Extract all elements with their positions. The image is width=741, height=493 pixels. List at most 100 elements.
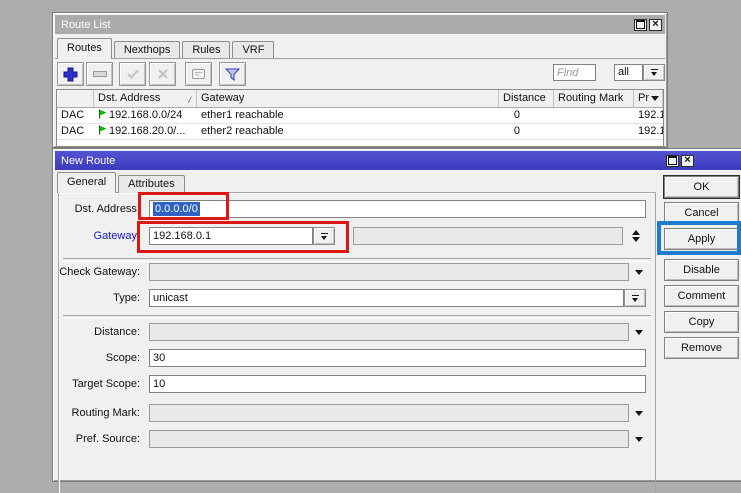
route-routing-mark (554, 108, 634, 123)
tab-attributes[interactable]: Attributes (118, 175, 184, 193)
tab-routes[interactable]: Routes (57, 38, 112, 59)
dropdown-line-icon (321, 233, 328, 234)
scope-label: Scope: (53, 349, 140, 367)
remove-route-button[interactable] (86, 62, 113, 86)
plus-icon (63, 67, 78, 82)
remove-button[interactable]: Remove (664, 337, 739, 359)
table-header-row: Dst. Address/ Gateway Distance Routing M… (57, 90, 663, 108)
route-routing-mark (554, 124, 634, 139)
type-label: Type: (53, 289, 140, 307)
type-field[interactable]: unicast (149, 289, 624, 307)
type-dropdown-button[interactable] (624, 289, 646, 307)
table-row[interactable]: DAC 192.168.0.0/24 ether1 reachable 0 19… (57, 108, 663, 124)
route-flags: DAC (57, 108, 94, 123)
apply-button[interactable]: Apply (664, 228, 739, 250)
chevron-down-icon (321, 236, 327, 240)
gateway-extra-field (353, 227, 623, 245)
route-dst: 192.168.20.0/... (94, 124, 197, 139)
ok-button[interactable]: OK (664, 176, 739, 198)
gateway-label[interactable]: Gateway: (53, 227, 140, 245)
check-icon (127, 69, 139, 79)
col-distance[interactable]: Distance (499, 90, 554, 107)
target-scope-input[interactable] (149, 375, 646, 393)
col-routing-mark[interactable]: Routing Mark (554, 90, 634, 107)
tab-general[interactable]: General (57, 172, 116, 193)
gateway-dropdown-button[interactable] (313, 227, 335, 245)
table-row[interactable]: DAC 192.168.20.0/... ether2 reachable 0 … (57, 124, 663, 140)
distance-arrow-icon[interactable] (635, 330, 643, 335)
filter-scope-select[interactable]: all (614, 64, 643, 81)
dialog-tabs: General Attributes (57, 172, 187, 193)
route-list-tabs: Routes Nexthops Rules VRF (57, 38, 276, 59)
dst-address-field[interactable]: 0.0.0.0/0 (149, 200, 646, 218)
check-gateway-field[interactable] (149, 263, 629, 281)
comment-icon (192, 69, 205, 79)
tab-vrf[interactable]: VRF (232, 41, 274, 59)
routing-mark-label: Routing Mark: (53, 404, 140, 422)
disable-button[interactable]: Disable (664, 259, 739, 281)
route-dst: 192.168.0.0/24 (94, 108, 197, 123)
minus-icon (93, 71, 107, 77)
target-scope-label: Target Scope: (53, 375, 140, 393)
route-gateway: ether2 reachable (197, 124, 499, 139)
type-value: unicast (153, 292, 188, 304)
gateway-value: 192.168.0.1 (153, 230, 211, 242)
filter-funnel-icon (225, 68, 240, 81)
tabstrip-line (55, 58, 665, 59)
route-list-window: Route List × Routes Nexthops Rules VRF a… (52, 12, 668, 148)
dialog-title: New Route (61, 155, 115, 167)
check-gateway-arrow-icon[interactable] (635, 270, 643, 275)
column-menu-icon[interactable] (651, 96, 659, 101)
dst-address-value: 0.0.0.0/0 (153, 202, 200, 216)
route-gateway: ether1 reachable (197, 108, 499, 123)
enable-route-button[interactable] (119, 62, 146, 86)
cancel-button[interactable]: Cancel (664, 202, 739, 224)
distance-label: Distance: (53, 323, 140, 341)
route-flags: DAC (57, 124, 94, 139)
sort-asc-icon: / (188, 92, 191, 107)
pref-source-field[interactable] (149, 430, 629, 448)
distance-field[interactable] (149, 323, 629, 341)
add-route-button[interactable] (57, 62, 84, 86)
disable-route-button[interactable] (149, 62, 176, 86)
col-pref-source[interactable]: Pr (634, 90, 663, 107)
tab-nexthops[interactable]: Nexthops (114, 41, 180, 59)
tab-rules[interactable]: Rules (182, 41, 230, 59)
close-button[interactable]: × (681, 155, 694, 167)
route-pref-source: 192.1 (634, 124, 663, 139)
gateway-add-remove-control[interactable] (632, 230, 640, 242)
route-distance: 0 (499, 124, 554, 139)
scope-input[interactable] (149, 349, 646, 367)
arrow-up-icon (632, 230, 640, 235)
pref-source-label: Pref. Source: (53, 430, 140, 448)
routes-table: Dst. Address/ Gateway Distance Routing M… (56, 89, 664, 147)
close-icon: × (684, 156, 690, 165)
route-flag-icon (98, 125, 107, 135)
routing-mark-field[interactable] (149, 404, 629, 422)
dialog-titlebar[interactable]: New Route × (55, 151, 741, 170)
arrow-down-icon (632, 237, 640, 242)
separator (63, 315, 651, 319)
filter-button[interactable] (219, 62, 246, 86)
filter-scope-dropdown-button[interactable] (643, 64, 665, 81)
dropdown-line-icon (632, 295, 639, 296)
col-flags[interactable] (57, 90, 94, 107)
check-gateway-label: Check Gateway: (53, 263, 140, 281)
pref-source-arrow-icon[interactable] (635, 437, 643, 442)
maximize-button[interactable] (666, 155, 679, 167)
route-distance: 0 (499, 108, 554, 123)
maximize-button[interactable] (634, 19, 647, 31)
col-dst-address[interactable]: Dst. Address/ (94, 90, 197, 107)
col-gateway[interactable]: Gateway (197, 90, 499, 107)
comment-button[interactable]: Comment (664, 285, 739, 307)
find-input[interactable] (553, 64, 596, 81)
route-pref-source: 192.1 (634, 108, 663, 123)
routing-mark-arrow-icon[interactable] (635, 411, 643, 416)
close-button[interactable]: × (649, 19, 662, 31)
route-list-titlebar[interactable]: Route List × (55, 15, 665, 34)
x-icon (158, 69, 168, 79)
copy-button[interactable]: Copy (664, 311, 739, 333)
dst-address-label: Dst. Address: (53, 200, 140, 218)
comment-button[interactable] (185, 62, 212, 86)
gateway-field[interactable]: 192.168.0.1 (149, 227, 313, 245)
